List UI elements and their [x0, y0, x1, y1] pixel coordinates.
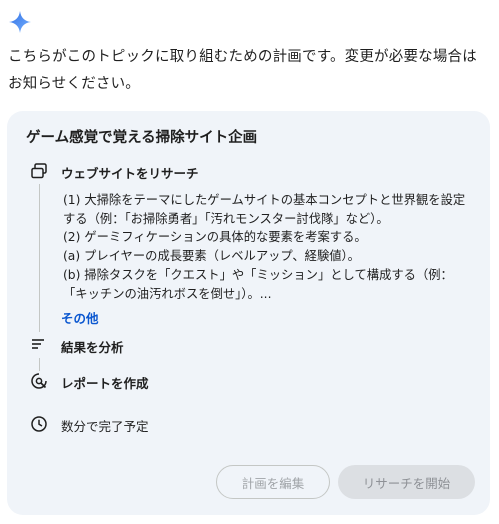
- clock-icon: [31, 416, 47, 432]
- analyze-list-icon: [32, 339, 44, 349]
- report-search-icon: [31, 373, 47, 389]
- start-research-button[interactable]: リサーチを開始: [338, 465, 475, 499]
- detail-line: (2) ゲーミフィケーションの具体的な要素を考案する。: [63, 230, 367, 245]
- plan-title: ゲーム感覚で覚える掃除サイト企画: [26, 130, 258, 146]
- step-label-analyze: 結果を分析: [61, 340, 124, 355]
- detail-line: (a) プレイヤーの成長要素（レベルアップ、経験値）。: [63, 249, 360, 264]
- more-link[interactable]: その他: [61, 308, 99, 327]
- step-connector: [39, 184, 40, 332]
- step-label-research: ウェブサイトをリサーチ: [61, 166, 199, 181]
- detail-line: (b) 掃除タスクを「クエスト」や「ミッション」として構成する（例：: [63, 267, 453, 282]
- step-label-report: レポートを作成: [61, 376, 149, 391]
- detail-line: 「キッチンの油汚れボスを倒せ」）。...: [63, 286, 272, 301]
- detail-line: (1) 大掃除をテーマにしたゲームサイトの基本コンセプトと世界観を設定: [63, 193, 466, 207]
- detail-line: する（例：「お掃除勇者」「汚れモンスター討伐隊」など）。: [63, 211, 389, 226]
- edit-plan-button[interactable]: 計画を編集: [216, 465, 330, 499]
- research-plan-card: ゲーム感覚で覚える掃除サイト企画 ウェブサイトをリサーチ (1) 大掃除をテーマ…: [7, 111, 490, 515]
- gemini-spark-icon: [9, 11, 31, 33]
- intro-message: こちらがこのトピックに取り組むための計画です。変更が必要な場合はお知らせください…: [8, 49, 477, 92]
- eta-text: 数分で完了予定: [61, 419, 149, 434]
- web-stack-icon: [31, 163, 47, 179]
- step-connector: [39, 358, 40, 371]
- step-details: (1) 大掃除をテーマにしたゲームサイトの基本コンセプトと世界観を設定 する（例…: [63, 191, 473, 303]
